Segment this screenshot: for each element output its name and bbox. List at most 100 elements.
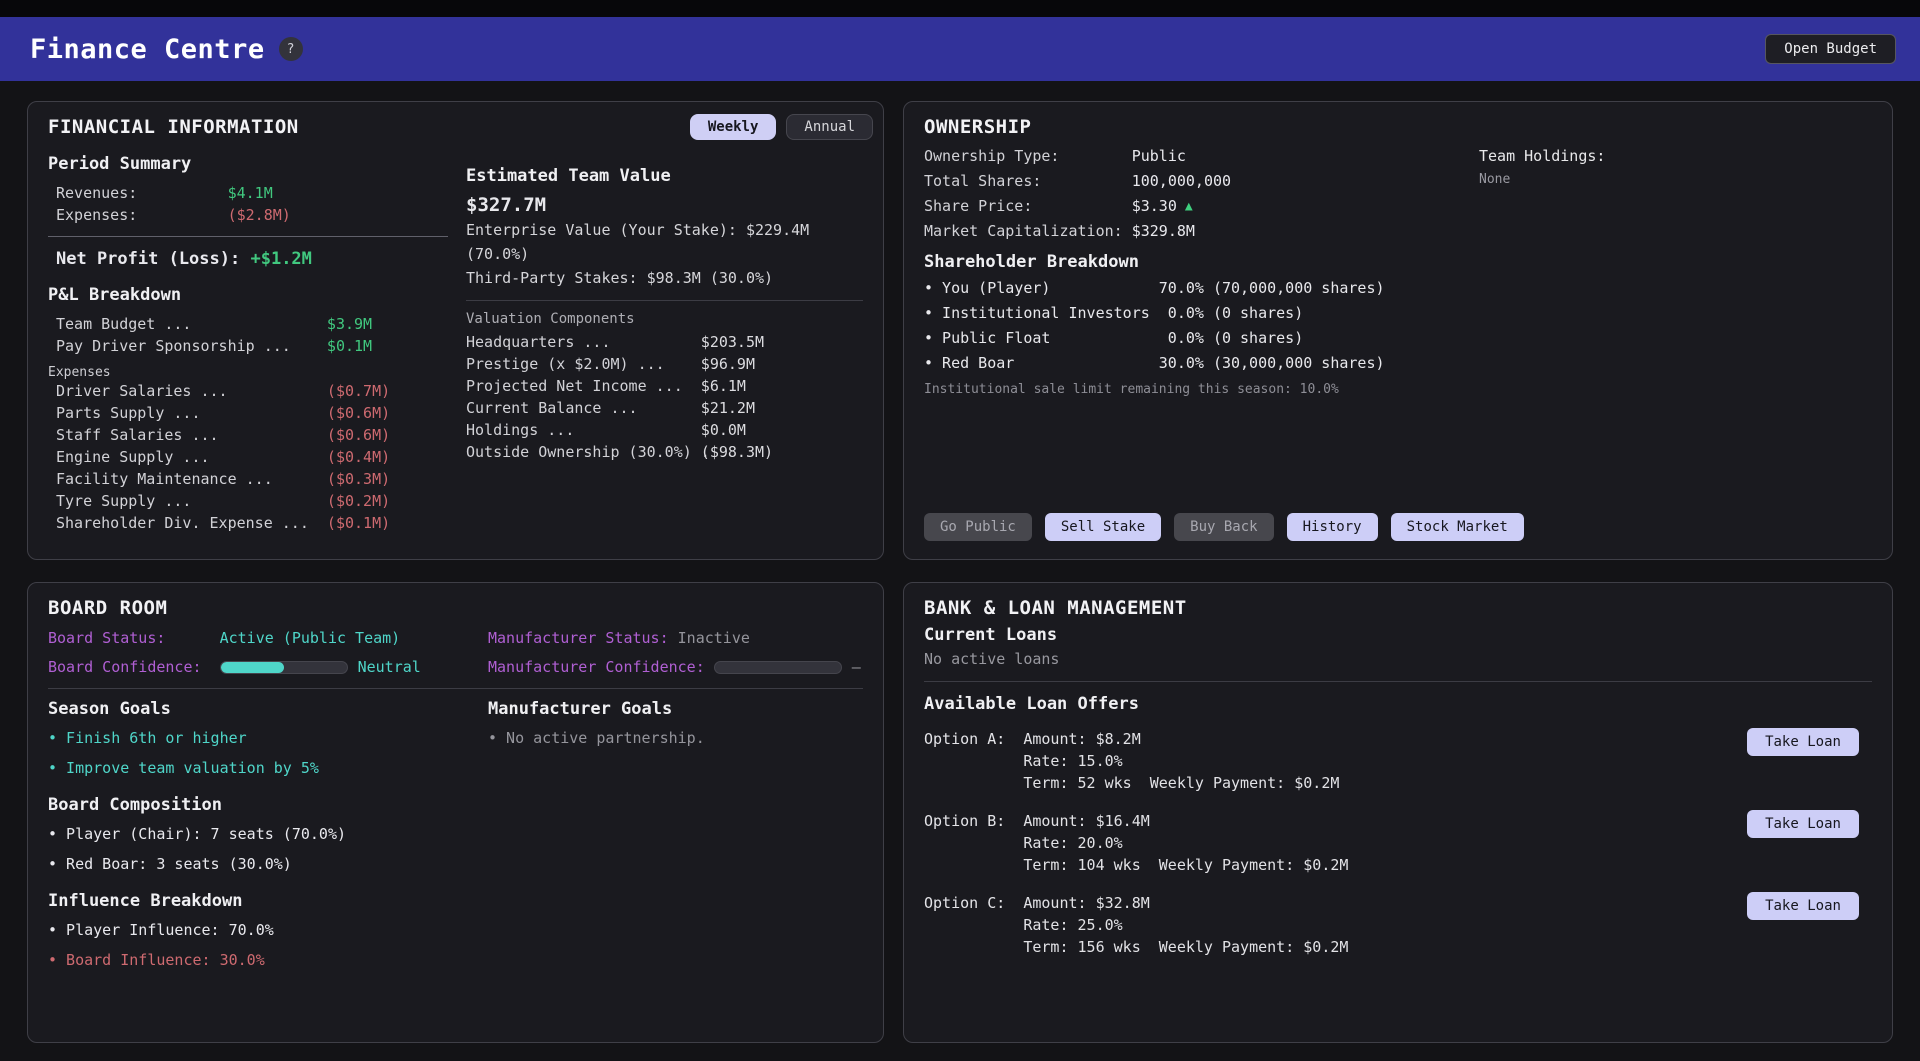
panel-title-board-room: BOARD ROOM (48, 597, 863, 619)
ownership-actions: Go Public Sell Stake Buy Back History St… (924, 513, 1872, 545)
expense-row: Staff Salaries ... ($0.6M) (48, 424, 448, 446)
divider (924, 681, 1872, 682)
tab-annual[interactable]: Annual (786, 114, 873, 140)
loan-rate: Rate: 25.0% (1023, 914, 1348, 936)
shareholder-row: • You (Player) 70.0% (70,000,000 shares) (924, 276, 1479, 301)
season-goal-item: •Improve team valuation by 5% (48, 753, 488, 783)
bullet-icon: • (924, 276, 942, 301)
third-party-line: Third-Party Stakes: $98.3M (30.0%) (466, 266, 863, 290)
net-profit-row: Net Profit (Loss): +$1.2M (48, 247, 448, 271)
shareholder-row: • Public Float 0.0% (0 shares) (924, 326, 1479, 351)
panel-title-ownership: OWNERSHIP (924, 116, 1872, 138)
expense-row: Driver Salaries ... ($0.7M) (48, 380, 448, 402)
loan-weekly-payment: Weekly Payment: $0.2M (1159, 936, 1349, 958)
loan-amount: Amount: $8.2M (1023, 728, 1339, 750)
share-price-row: Share Price: $3.30 ▲ (924, 194, 1479, 219)
influence-breakdown-heading: Influence Breakdown (48, 891, 488, 911)
expenses-row: Expenses: ($2.8M) (48, 204, 448, 226)
available-loan-offers-heading: Available Loan Offers (924, 694, 1872, 714)
expense-row: Tyre Supply ... ($0.2M) (48, 490, 448, 512)
loan-term: Term: 52 wks (1023, 772, 1131, 794)
sell-stake-button[interactable]: Sell Stake (1045, 513, 1161, 541)
expense-row: Parts Supply ... ($0.6M) (48, 402, 448, 424)
bullet-icon: • (924, 351, 942, 376)
divider (48, 688, 863, 689)
expense-row: Shareholder Div. Expense ... ($0.1M) (48, 512, 448, 534)
season-goal-item: •Finish 6th or higher (48, 723, 488, 753)
divider (466, 300, 863, 301)
manufacturer-confidence-bar (714, 661, 842, 674)
financial-information-panel: Weekly Annual FINANCIAL INFORMATION Peri… (27, 101, 884, 560)
team-holdings-label: Team Holdings: (1479, 144, 1872, 169)
content-area: Weekly Annual FINANCIAL INFORMATION Peri… (0, 81, 1920, 1061)
revenues-row: Revenues: $4.1M (48, 182, 448, 204)
history-button[interactable]: History (1287, 513, 1378, 541)
tab-weekly[interactable]: Weekly (690, 114, 777, 140)
shareholder-breakdown-heading: Shareholder Breakdown (924, 252, 1479, 272)
panel-title-bank: BANK & LOAN MANAGEMENT (924, 597, 1872, 619)
enterprise-value-line: Enterprise Value (Your Stake): $229.4M (… (466, 218, 863, 266)
bullet-icon: • (48, 849, 66, 879)
valuation-row: Prestige (x $2.0M) ... $96.9M (466, 353, 863, 375)
valuation-row: Headquarters ... $203.5M (466, 331, 863, 353)
open-budget-button[interactable]: Open Budget (1765, 34, 1896, 64)
bullet-icon: • (48, 723, 66, 753)
no-active-loans-text: No active loans (924, 647, 1872, 671)
period-summary-heading: Period Summary (48, 154, 448, 174)
loan-rate: Rate: 15.0% (1023, 750, 1339, 772)
bullet-icon: • (48, 819, 66, 849)
take-loan-button[interactable]: Take Loan (1747, 810, 1859, 838)
bullet-icon: • (924, 301, 942, 326)
loan-weekly-payment: Weekly Payment: $0.2M (1159, 854, 1349, 876)
expenses-subheading: Expenses (48, 365, 448, 380)
pnl-breakdown-heading: P&L Breakdown (48, 285, 448, 305)
valuation-row: Outside Ownership (30.0%) . ($98.3M) (466, 441, 863, 463)
shareholder-row: • Institutional Investors 0.0% (0 shares… (924, 301, 1479, 326)
loan-term: Term: 104 wks (1023, 854, 1140, 876)
take-loan-button[interactable]: Take Loan (1747, 892, 1859, 920)
team-holdings-value: None (1479, 169, 1872, 191)
team-value-heading: Estimated Team Value (466, 166, 863, 186)
board-confidence-row: Board Confidence: Neutral (48, 656, 488, 678)
help-icon[interactable]: ? (279, 37, 303, 61)
stock-market-button[interactable]: Stock Market (1391, 513, 1524, 541)
bullet-icon: • (48, 915, 66, 945)
period-toggle: Weekly Annual (690, 114, 873, 140)
loan-offer-row: Option B: Amount: $16.4M Rate: 20.0% Ter… (924, 810, 1872, 876)
shareholder-row: • Red Boar 30.0% (30,000,000 shares) (924, 351, 1479, 376)
total-shares-row: Total Shares: 100,000,000 (924, 169, 1479, 194)
go-public-button[interactable]: Go Public (924, 513, 1032, 541)
influence-item: •Player Influence: 70.0% (48, 915, 488, 945)
loan-amount: Amount: $16.4M (1023, 810, 1348, 832)
pnl-income-row: Pay Driver Sponsorship ... $0.1M (48, 335, 448, 357)
current-loans-heading: Current Loans (924, 625, 1872, 645)
expense-row: Facility Maintenance ... ($0.3M) (48, 468, 448, 490)
valuation-row: Holdings ... $0.0M (466, 419, 863, 441)
expense-row: Engine Supply ... ($0.4M) (48, 446, 448, 468)
manufacturer-goals-heading: Manufacturer Goals (488, 699, 863, 719)
sale-limit-note: Institutional sale limit remaining this … (924, 382, 1479, 397)
share-price-up-icon: ▲ (1185, 194, 1193, 219)
board-room-panel: BOARD ROOM Board Status: Active (Public … (27, 582, 884, 1043)
market-cap-row: Market Capitalization: $329.8M (924, 219, 1479, 244)
bullet-icon: • (48, 945, 66, 975)
influence-item: •Board Influence: 30.0% (48, 945, 488, 975)
ownership-panel: OWNERSHIP Ownership Type: Public Total S… (903, 101, 1893, 560)
buy-back-button[interactable]: Buy Back (1174, 513, 1273, 541)
board-confidence-bar (220, 661, 348, 674)
manufacturer-status-row: Manufacturer Status: Inactive (488, 627, 863, 649)
board-composition-heading: Board Composition (48, 795, 488, 815)
board-status-row: Board Status: Active (Public Team) (48, 627, 488, 649)
composition-item: •Player (Chair): 7 seats (70.0%) (48, 819, 488, 849)
loan-offer-row: Option A: Amount: $8.2M Rate: 15.0% Term… (924, 728, 1872, 794)
header-bar: Finance Centre ? Open Budget (0, 17, 1920, 81)
composition-item: •Red Boar: 3 seats (30.0%) (48, 849, 488, 879)
loan-amount: Amount: $32.8M (1023, 892, 1348, 914)
loan-offer-row: Option C: Amount: $32.8M Rate: 25.0% Ter… (924, 892, 1872, 958)
divider (48, 236, 448, 237)
take-loan-button[interactable]: Take Loan (1747, 728, 1859, 756)
valuation-row: Current Balance ... $21.2M (466, 397, 863, 419)
season-goals-heading: Season Goals (48, 699, 488, 719)
pnl-income-row: Team Budget ... $3.9M (48, 313, 448, 335)
team-value-total: $327.7M (466, 194, 863, 216)
